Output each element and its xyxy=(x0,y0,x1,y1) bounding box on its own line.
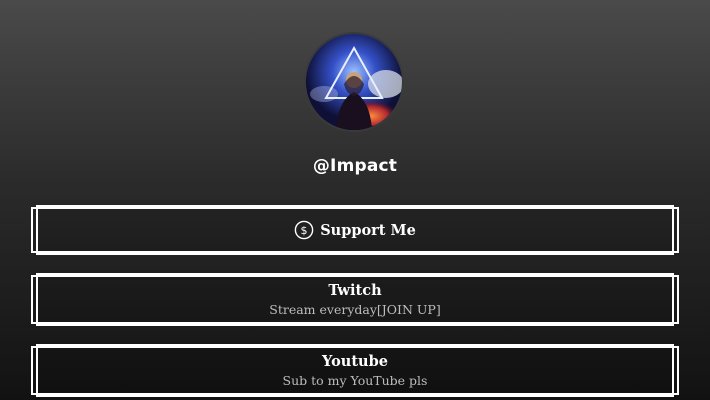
youtube-subtitle: Sub to my YouTube pls xyxy=(282,373,428,388)
twitch-subtitle: Stream everyday[JOIN UP] xyxy=(269,302,441,317)
twitch-link-button[interactable]: Twitch Stream everyday[JOIN UP] xyxy=(31,273,679,326)
profile-avatar xyxy=(306,34,402,130)
youtube-link-button[interactable]: Youtube Sub to my YouTube pls xyxy=(31,344,679,397)
avatar-image-icon xyxy=(306,34,402,130)
twitch-title: Twitch xyxy=(328,282,382,299)
support-me-label: Support Me xyxy=(320,221,416,239)
profile-handle: @Impact xyxy=(312,156,398,176)
support-me-button[interactable]: $ Support Me xyxy=(31,205,679,255)
dollar-circle-icon: $ xyxy=(294,220,314,240)
svg-text:$: $ xyxy=(301,224,308,237)
youtube-title: Youtube xyxy=(322,353,388,370)
